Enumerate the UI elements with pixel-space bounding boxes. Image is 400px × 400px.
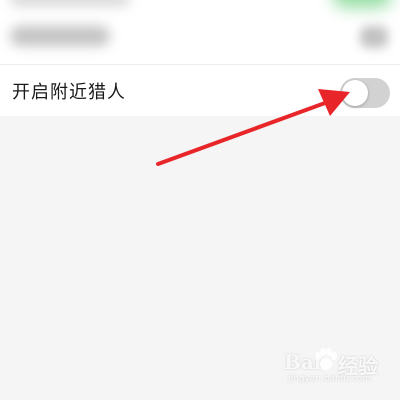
watermark: Bai 经验 jingyan.baidu.com: [282, 346, 382, 386]
blurred-control: [360, 26, 388, 48]
toggle-knob: [342, 80, 368, 106]
blurred-text-top: [10, 0, 130, 6]
setting-row-nearby-hunter: 开启附近猎人: [0, 64, 400, 116]
watermark-url: jingyan.baidu.com: [288, 374, 372, 384]
blurred-green-toggle: [332, 0, 392, 8]
blurred-text: [10, 26, 110, 46]
paw-icon: [315, 348, 337, 370]
settings-card: 开启附近猎人: [0, 0, 400, 116]
blurred-settings-row: [0, 0, 400, 65]
setting-label: 开启附近猎人: [12, 82, 126, 103]
toggle-switch[interactable]: [340, 78, 390, 108]
